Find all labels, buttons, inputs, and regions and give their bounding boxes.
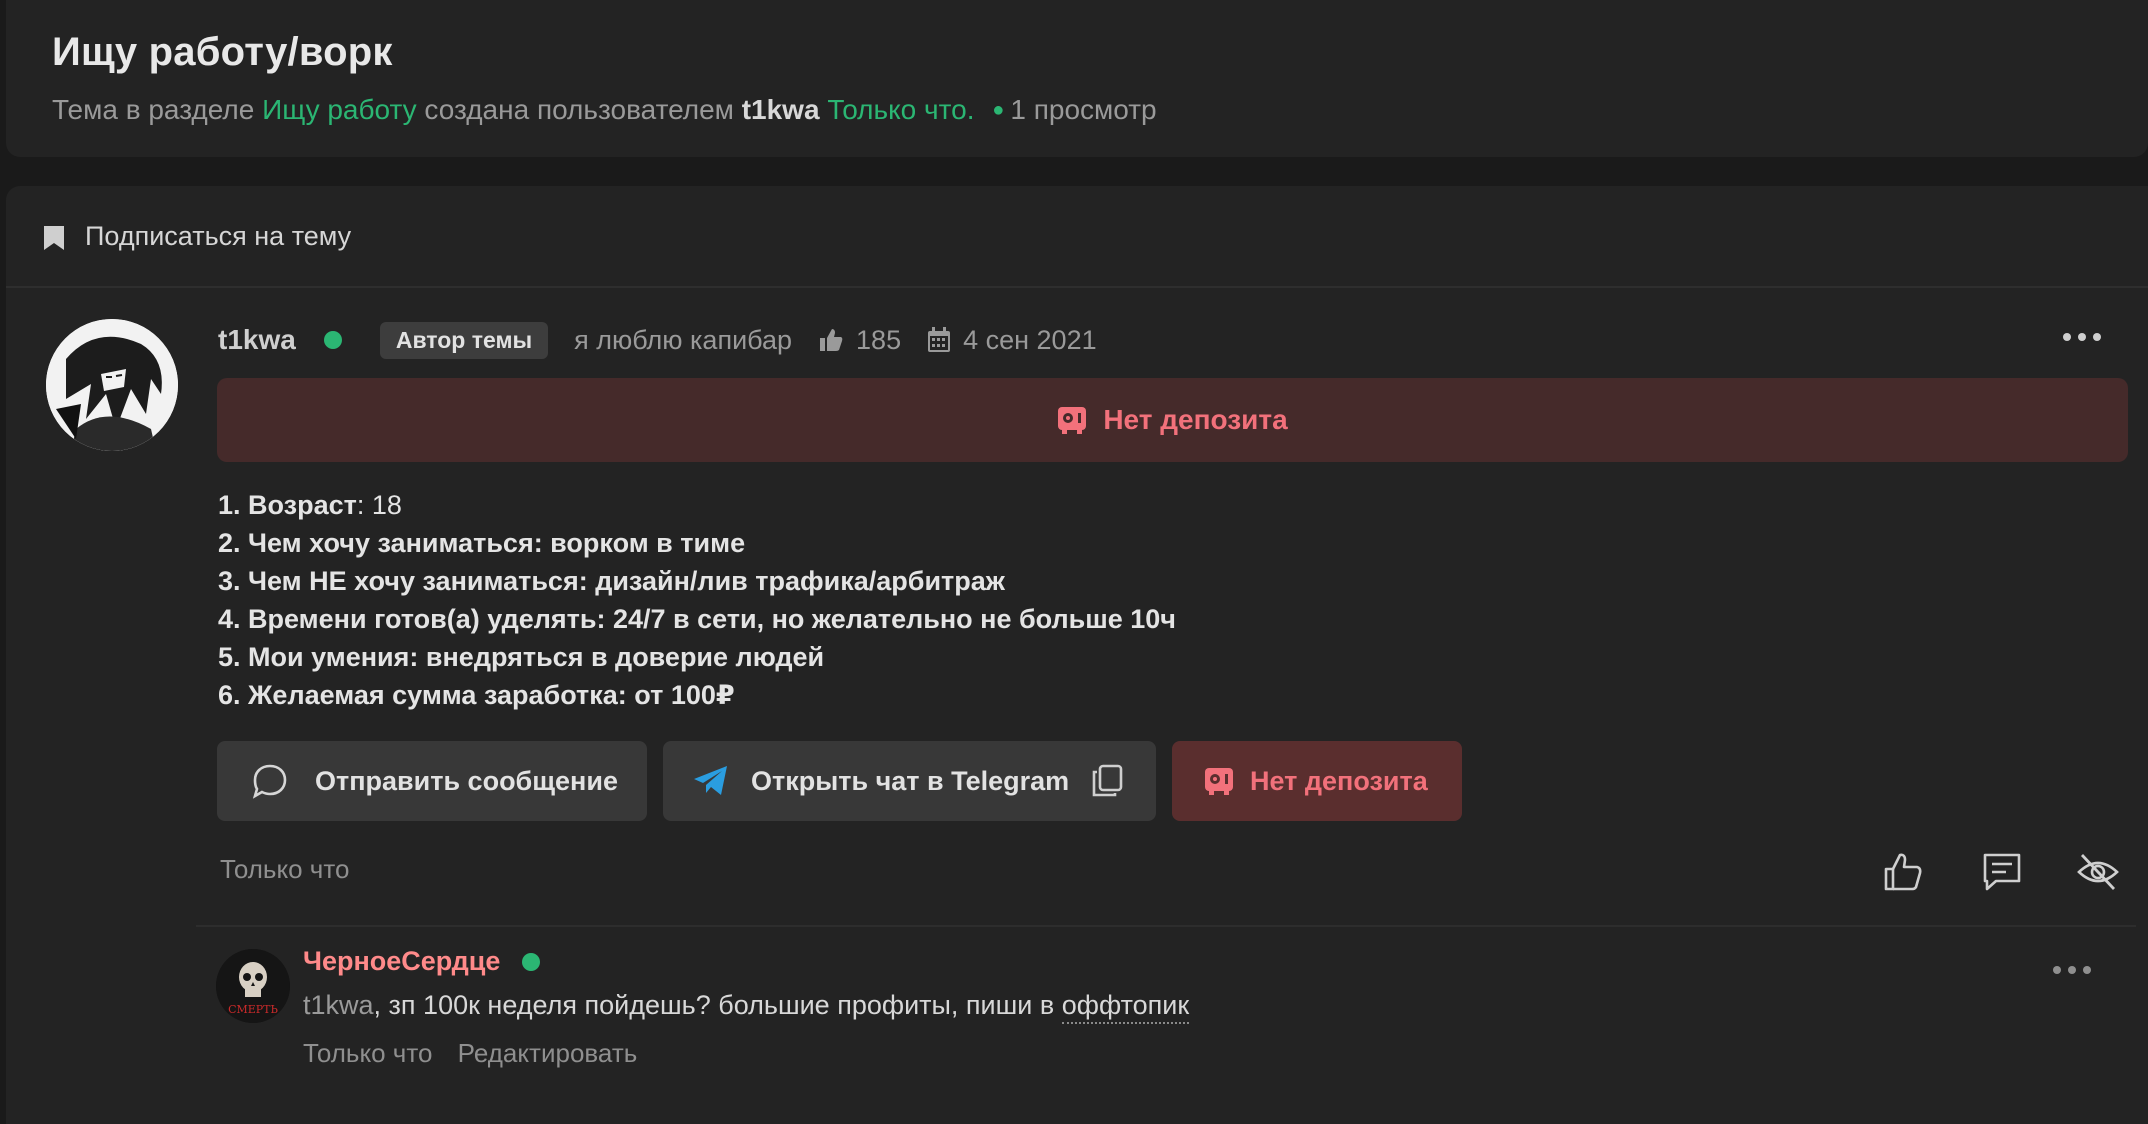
subscribe-button[interactable]: Подписаться на тему: [85, 221, 351, 252]
chat-bubble-icon: [252, 764, 287, 799]
section-link[interactable]: Ищу работу: [262, 94, 417, 125]
post-line: 1. Возраст: 18: [218, 490, 402, 520]
online-indicator: [522, 952, 541, 971]
meta-dot-icon: ●: [992, 99, 1005, 121]
edit-link[interactable]: Редактировать: [458, 1038, 638, 1068]
no-deposit-banner: Нет депозита: [217, 378, 2128, 462]
meta-middle: создана пользователем: [424, 94, 734, 125]
post-line: 4. Времени готов(а) уделять: 24/7 в сети…: [218, 604, 1176, 634]
copy-icon[interactable]: [1091, 764, 1123, 798]
thread-time: Только что.: [827, 94, 975, 125]
online-indicator: [323, 331, 342, 349]
offtopic-link[interactable]: оффтопик: [1061, 990, 1190, 1024]
safe-icon: [1205, 768, 1233, 795]
no-deposit-label: Нет депозита: [1103, 404, 1288, 435]
bookmark-icon: [44, 226, 64, 250]
registration-date: 4 сен 2021: [963, 324, 1097, 355]
telegram-icon: [694, 766, 727, 795]
post-time[interactable]: Только что: [220, 854, 349, 885]
reply-icon[interactable]: [1980, 850, 2024, 894]
comment-more-icon[interactable]: [2052, 964, 2092, 976]
calendar-icon: [928, 327, 951, 352]
post-line: 2. Чем хочу заниматься: ворком в тиме: [218, 528, 746, 558]
post-body: 1. Возраст: 18 2. Чем хочу заниматься: в…: [218, 486, 1176, 714]
post-header: t1kwa Автор темы я люблю капибар 185 4 с…: [218, 318, 1097, 362]
like-icon[interactable]: [1881, 850, 1925, 894]
skull-avatar-image: СМЕРТЬ: [216, 949, 290, 1023]
thread-meta: Тема в разделе Ищу работу создана пользо…: [52, 94, 1157, 126]
comment-text: t1kwa, зп 100к неделя пойдешь? большие п…: [303, 990, 1190, 1024]
user-status: я люблю капибар: [574, 324, 793, 355]
comment-time[interactable]: Только что: [303, 1038, 432, 1068]
page-title: Ищу работу/ворк: [52, 30, 393, 74]
comment-divider: [196, 925, 2136, 927]
thumbs-up-icon: [820, 329, 843, 351]
post-line: 3. Чем НЕ хочу заниматься: дизайн/лив тр…: [218, 566, 1005, 596]
comment-meta: Только что Редактировать: [303, 1038, 637, 1069]
thread-views: 1 просмотр: [1010, 94, 1157, 125]
no-deposit-button[interactable]: Нет депозита: [1172, 741, 1462, 821]
post-line: 5. Мои умения: внедряться в доверие люде…: [218, 642, 825, 672]
more-options-icon[interactable]: [2062, 331, 2102, 343]
post-container: Подписаться на тему t1kwa Автор темы я л…: [6, 186, 2148, 1124]
comment-avatar[interactable]: СМЕРТЬ: [216, 949, 290, 1023]
thread-header: Ищу работу/ворк Тема в разделе Ищу работ…: [6, 0, 2148, 157]
avatar-caption: СМЕРТЬ: [228, 1003, 278, 1016]
author-badge: Автор темы: [379, 321, 549, 359]
post-line: 6. Желаемая сумма заработка: от 100₽: [218, 680, 735, 710]
avatar-image: [46, 319, 178, 451]
thread-author-link[interactable]: t1kwa: [742, 94, 820, 125]
safe-icon: [1058, 407, 1087, 434]
avatar[interactable]: [46, 319, 178, 451]
comment-author-link[interactable]: ЧерноеСердце: [303, 946, 541, 977]
likes-count: 185: [856, 324, 902, 355]
send-message-button[interactable]: Отправить сообщение: [217, 741, 647, 821]
post-author-link[interactable]: t1kwa: [218, 324, 296, 356]
meta-prefix: Тема в разделе: [52, 94, 255, 125]
eye-off-icon[interactable]: [2076, 850, 2120, 894]
mention-link[interactable]: t1kwa: [303, 990, 374, 1020]
telegram-chat-button[interactable]: Открыть чат в Telegram: [663, 741, 1156, 821]
subscribe-bar[interactable]: Подписаться на тему: [6, 186, 2148, 288]
